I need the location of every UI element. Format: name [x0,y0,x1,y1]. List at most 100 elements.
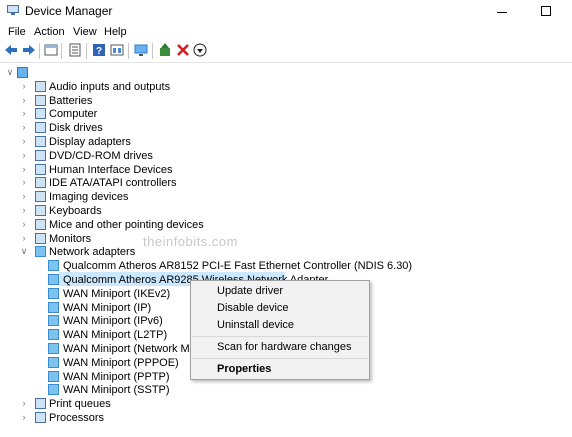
tree-item-label: WAN Miniport (IKEv2) [63,287,171,300]
dvd-drive-icon [35,149,46,161]
tree-category[interactable]: › Display adapters [0,135,560,149]
tree-category[interactable]: › DVD/CD-ROM drives [0,149,560,163]
download-icon[interactable] [193,43,207,57]
show-hide-icon[interactable] [44,43,58,57]
network-adapter-icon [48,301,59,313]
toolbar-separator [39,43,40,59]
menu-action[interactable]: Action [34,26,65,38]
tree-category[interactable]: › Audio inputs and outputs [0,80,560,94]
tree-category[interactable]: › Processors [0,411,560,425]
expand-chevron-icon[interactable]: › [19,398,29,408]
expand-chevron-icon[interactable]: › [19,108,29,118]
expand-chevron-icon[interactable]: › [19,164,29,174]
view-icon[interactable] [110,43,124,57]
expand-chevron-icon[interactable]: › [19,81,29,91]
collapse-chevron-icon[interactable]: ∨ [19,246,29,256]
tree-item-label: Human Interface Devices [49,163,173,176]
speaker-icon [35,80,46,92]
tree-category[interactable]: › Human Interface Devices [0,163,560,177]
tree-item-label: WAN Miniport (PPPOE) [63,356,179,369]
tree-network-adapter[interactable]: Qualcomm Atheros AR8152 PCI-E Fast Ether… [0,259,560,273]
toolbar-separator [152,43,153,59]
tree-network-adapter[interactable]: WAN Miniport (SSTP) [0,383,560,397]
toolbar-separator [61,43,62,59]
printer-icon [35,398,46,410]
properties-menu-item[interactable]: Properties [217,363,271,375]
help-icon[interactable]: ? [92,43,106,57]
tree-category[interactable]: › Keyboards [0,204,560,218]
tree-item-label: WAN Miniport (IP) [63,301,152,314]
tree-category[interactable]: › Imaging devices [0,190,560,204]
toolbar: ? [0,40,572,63]
tree-item-label: IDE ATA/ATAPI controllers [49,177,177,190]
menu-bar: File Action View Help [0,24,572,40]
expand-chevron-icon[interactable]: › [19,412,29,422]
disable-device-menu-item[interactable]: Disable device [217,302,289,314]
tree-item-label: Mice and other pointing devices [49,218,204,231]
monitor-icon [35,232,46,244]
network-adapter-icon [48,384,59,396]
tree-item-label: DVD/CD-ROM drives [49,149,153,162]
tree-item-label: Computer [49,108,98,121]
tree-category[interactable]: › Monitors [0,232,560,246]
tree-root-computer[interactable]: ∨ [0,66,560,80]
expand-chevron-icon[interactable]: › [19,177,29,187]
tree-item-label: Display adapters [49,136,131,148]
network-adapter-icon [48,329,59,341]
device-tree: ∨ › Audio inputs and outputs › Batteries › Com… [0,63,572,437]
expand-chevron-icon[interactable]: › [19,191,29,201]
tree-category[interactable]: › Print queues [0,397,560,411]
tree-item-label: Network adapters [49,246,136,259]
keyboard-icon [35,205,46,216]
scan-hardware-menu-item[interactable]: Scan for hardware changes [217,341,352,353]
tree-category[interactable]: ∨ Network adapters [0,245,560,259]
menu-file[interactable]: File [8,26,26,38]
network-adapter-icon [48,343,59,354]
maximize-button[interactable] [524,0,564,24]
menu-view[interactable]: View [73,26,97,38]
menu-help[interactable]: Help [104,26,127,38]
tree-item-label: Processors [49,412,105,424]
expand-chevron-icon[interactable]: › [19,95,29,105]
tree-item-label: Monitors [49,232,92,245]
expand-chevron-icon[interactable]: › [19,122,29,132]
network-adapter-icon [48,315,59,327]
tree-category[interactable]: › Computer [0,107,560,121]
monitor-icon[interactable] [134,43,148,57]
tree-item-label: Qualcomm Atheros AR8152 PCI-E Fast Ether… [63,260,413,273]
update-driver-menu-item[interactable]: Update driver [217,285,283,297]
toolbar-separator [128,43,129,59]
tree-item-label: WAN Miniport (L2TP) [63,329,168,342]
hid-icon [35,163,46,175]
expand-chevron-icon[interactable]: › [19,219,29,229]
tree-category[interactable]: › Mice and other pointing devices [0,218,560,232]
update-driver-icon[interactable] [158,43,172,57]
tree-item-label: Audio inputs and outputs [49,80,171,93]
back-icon[interactable] [4,43,18,57]
expand-chevron-icon[interactable]: › [19,150,29,160]
tree-item-label: WAN Miniport (SSTP) [63,384,170,397]
tree-item-label: Disk drives [49,122,103,135]
network-adapter-icon [48,370,59,382]
collapse-chevron-icon[interactable]: ∨ [5,67,15,77]
expand-chevron-icon[interactable]: › [19,136,29,146]
svg-text:?: ? [96,46,102,57]
window-title: Device Manager [25,4,113,18]
expand-chevron-icon[interactable]: › [19,205,29,215]
tree-item-label: WAN Miniport (IPv6) [63,315,163,328]
display-adapter-icon [35,136,46,147]
network-adapter-icon [48,287,59,299]
minimize-button[interactable] [482,0,522,24]
tree-item-label: Print queues [49,398,111,411]
disk-drive-icon [35,122,46,134]
tree-category[interactable]: › IDE ATA/ATAPI controllers [0,176,560,190]
context-menu: Update driver Disable device Uninstall d… [190,280,370,380]
expand-chevron-icon[interactable]: › [19,233,29,243]
forward-icon[interactable] [22,43,36,57]
uninstall-device-menu-item[interactable]: Uninstall device [217,319,294,331]
tree-item-label: Batteries [49,94,93,107]
tree-category[interactable]: › Batteries [0,94,560,108]
tree-category[interactable]: › Disk drives [0,121,560,135]
uninstall-icon[interactable] [176,43,190,57]
properties-icon[interactable] [68,43,82,57]
